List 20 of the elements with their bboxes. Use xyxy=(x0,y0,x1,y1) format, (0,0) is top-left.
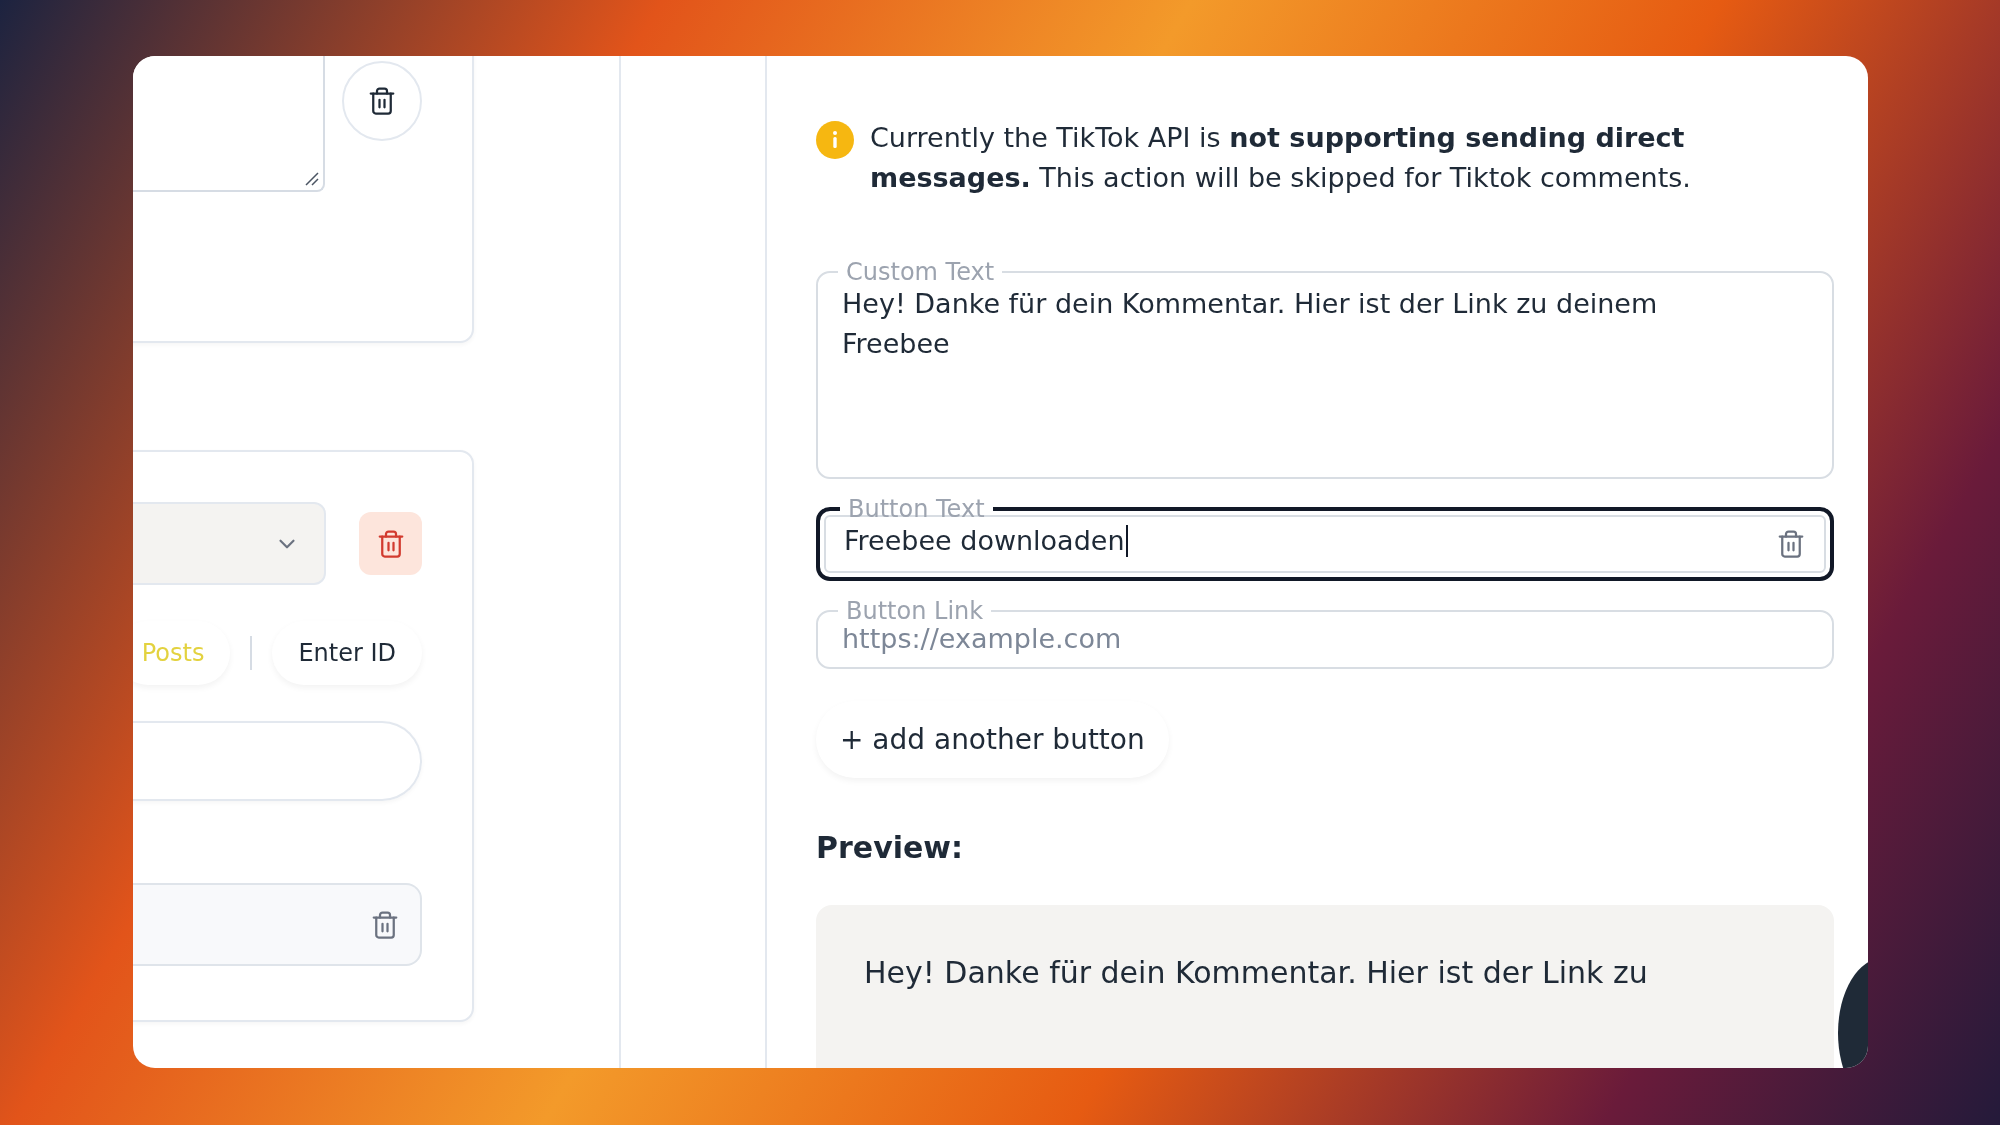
info-icon xyxy=(816,121,854,159)
text-caret xyxy=(1125,525,1128,557)
input-field[interactable] xyxy=(133,721,422,801)
field-label: Button Text xyxy=(847,497,986,521)
field-label: Button Link xyxy=(845,599,985,623)
trash-icon xyxy=(370,909,400,940)
text-field[interactable]: Button Link https://example.com xyxy=(816,599,1834,669)
tab[interactable]: Enter ID xyxy=(272,621,422,685)
delete-button[interactable] xyxy=(359,512,422,575)
resize-grip-icon xyxy=(303,170,319,186)
trash-icon xyxy=(367,86,397,116)
add-button[interactable]: + add another button xyxy=(816,701,1169,778)
input-field[interactable] xyxy=(133,883,422,966)
preview-text: Hey! Danke für dein Kommentar. Hier ist der Link zu xyxy=(864,955,1649,990)
text-field[interactable]: Custom Text Hey! Danke für dein Kommentar. Hier ist der Link zu deinem Freebee xyxy=(816,260,1834,479)
preview-title: Preview: xyxy=(816,830,965,865)
trash-icon[interactable] xyxy=(1776,529,1806,559)
text-field[interactable]: Button Text Freebee downloaden xyxy=(816,497,1834,581)
notice-text: Currently the TikTok API is not supporting sending direct messages. This action will be skipped for Tiktok comments. xyxy=(870,121,1692,195)
field-label: Custom Text xyxy=(845,260,996,284)
